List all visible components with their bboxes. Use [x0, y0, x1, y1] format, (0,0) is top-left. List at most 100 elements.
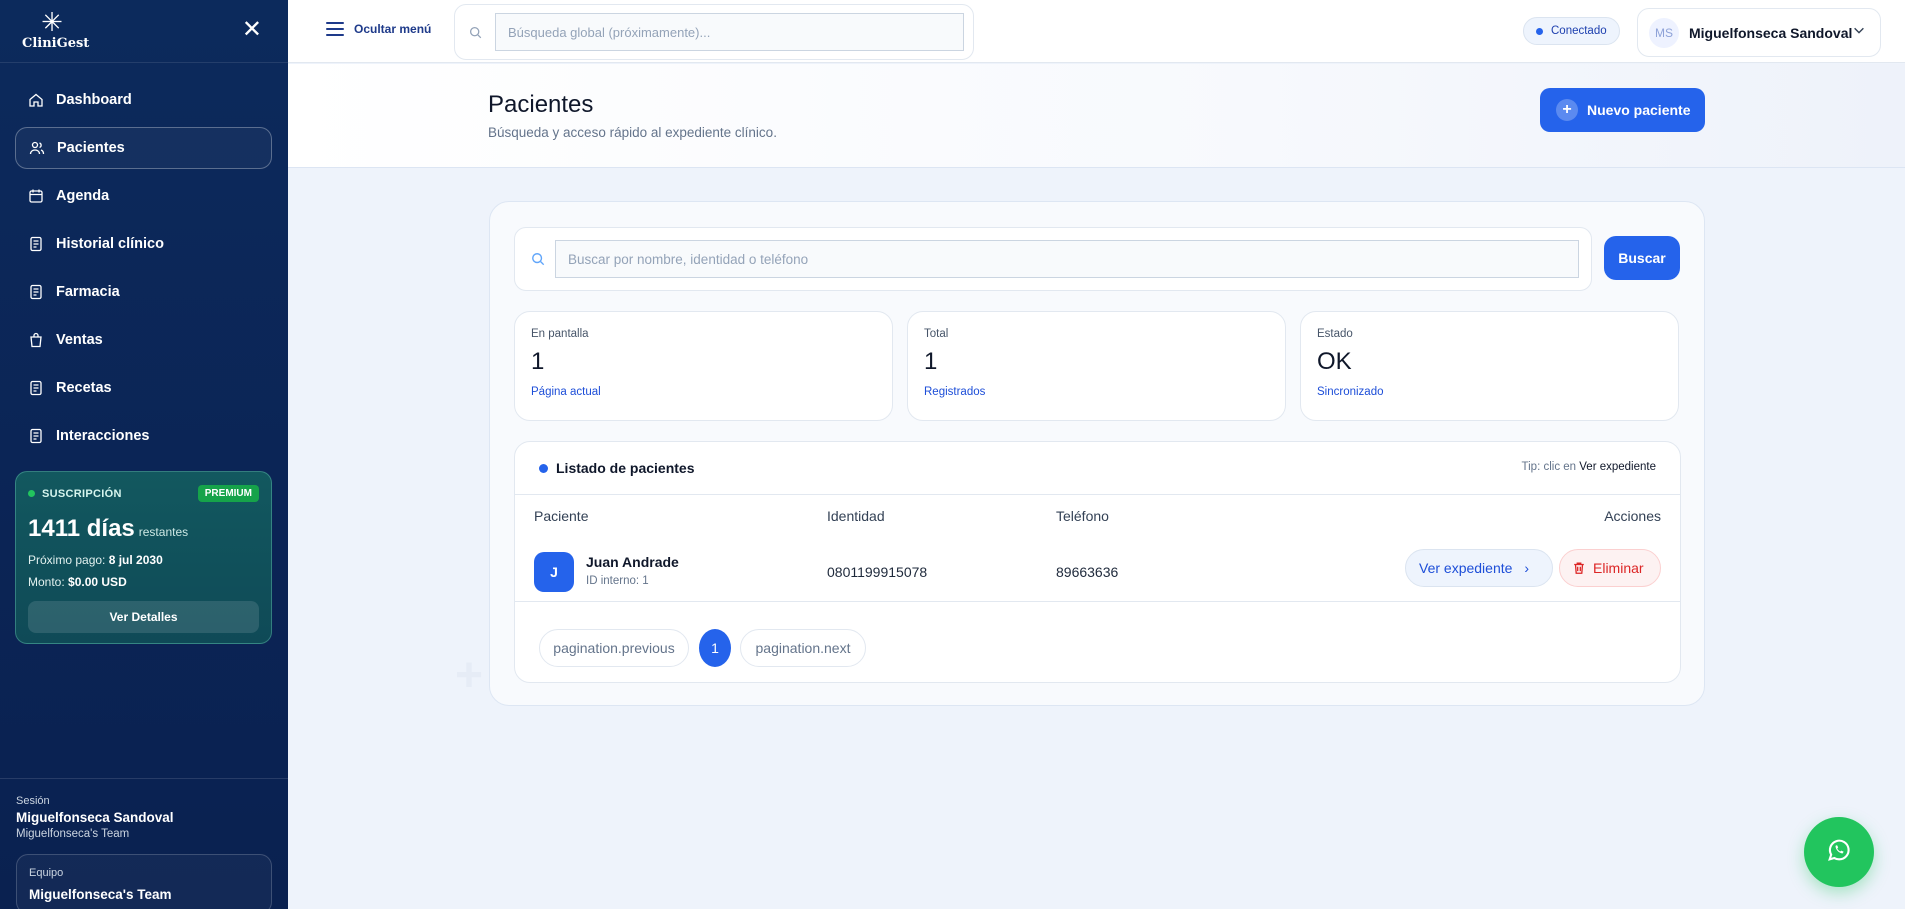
pagination-previous-button[interactable]: pagination.previous	[539, 629, 689, 667]
sidebar-item-label: Pacientes	[57, 140, 125, 156]
users-icon	[29, 140, 45, 156]
sidebar-header: ✳ CliniGest ✕	[0, 0, 288, 63]
global-search	[454, 4, 974, 60]
file-icon	[28, 284, 44, 300]
file-icon	[28, 428, 44, 444]
stat-card-estado: Estado OK Sincronizado	[1300, 311, 1679, 421]
sidebar-item-agenda[interactable]: Agenda	[15, 175, 272, 217]
sidebar: ✳ CliniGest ✕ Dashboard Pacientes Agenda…	[0, 0, 288, 909]
logo[interactable]: ✳ CliniGest	[22, 7, 90, 51]
sidebar-item-farmacia[interactable]: Farmacia	[15, 271, 272, 313]
sidebar-item-label: Agenda	[56, 188, 110, 204]
plus-icon: +	[1556, 99, 1578, 121]
chevron-right-icon: ›	[1524, 560, 1530, 576]
sidebar-item-label: Interacciones	[56, 428, 150, 444]
file-icon	[28, 380, 44, 396]
patients-panel: Buscar En pantalla 1 Página actual Total…	[489, 201, 1705, 706]
sidebar-item-label: Farmacia	[56, 284, 120, 300]
sidebar-item-dashboard[interactable]: Dashboard	[15, 79, 272, 121]
stat-card-total: Total 1 Registrados	[907, 311, 1286, 421]
view-record-button[interactable]: Ver expediente ›	[1405, 549, 1553, 587]
days-suffix: restantes	[138, 525, 189, 539]
session-label: Sesión	[16, 795, 50, 807]
stat-card-en-pantalla: En pantalla 1 Página actual	[514, 311, 893, 421]
user-name: Miguelfonseca Sandoval	[1689, 24, 1853, 41]
team-selector[interactable]: Equipo Miguelfonseca's Team	[16, 854, 272, 909]
status-dot	[28, 490, 35, 497]
stat-value: 1	[531, 348, 545, 375]
global-search-input[interactable]	[495, 13, 964, 51]
decorative-plus-icon: +	[455, 649, 484, 702]
stat-footer: Registrados	[924, 386, 986, 398]
patient-search	[514, 227, 1592, 291]
connection-status-badge: Conectado	[1523, 17, 1620, 45]
logo-icon: ✳	[41, 7, 63, 37]
patient-search-input[interactable]	[555, 240, 1579, 278]
logo-text: CliniGest	[22, 36, 90, 51]
avatar: MS	[1649, 17, 1679, 48]
file-icon	[28, 236, 44, 252]
list-tip: Tip: clic en Ver expediente	[1521, 461, 1656, 473]
sidebar-item-label: Ventas	[56, 332, 103, 348]
next-payment: Próximo pago: 8 jul 2030	[28, 553, 163, 567]
sidebar-nav: Dashboard Pacientes Agenda Historial clí…	[15, 79, 272, 463]
view-details-button[interactable]: Ver Detalles	[28, 601, 259, 633]
search-icon	[531, 252, 545, 271]
team-name: Miguelfonseca's Team	[29, 887, 172, 902]
delete-button[interactable]: Eliminar	[1559, 549, 1661, 587]
session-user-name: Miguelfonseca Sandoval	[16, 810, 174, 825]
sidebar-item-pacientes[interactable]: Pacientes	[15, 127, 272, 169]
sidebar-item-interacciones[interactable]: Interacciones	[15, 415, 272, 457]
column-header-telefono: Teléfono	[1056, 508, 1109, 524]
new-patient-button[interactable]: + Nuevo paciente	[1540, 88, 1705, 132]
sidebar-item-historial[interactable]: Historial clínico	[15, 223, 272, 265]
status-dot	[1536, 27, 1543, 35]
patient-internal-id: ID interno: 1	[586, 575, 649, 587]
bag-icon	[28, 332, 44, 348]
sidebar-item-ventas[interactable]: Ventas	[15, 319, 272, 361]
topbar: Ocultar menú Conectado MS Miguelfonseca …	[288, 0, 1905, 63]
column-header-identidad: Identidad	[827, 508, 885, 524]
calendar-icon	[28, 188, 44, 204]
whatsapp-button[interactable]	[1804, 817, 1874, 887]
connection-status-label: Conectado	[1551, 25, 1607, 37]
subscription-label: SUSCRIPCIÓN	[42, 487, 122, 500]
search-icon	[469, 26, 482, 44]
chevron-down-icon	[1852, 23, 1866, 42]
column-header-paciente: Paciente	[534, 508, 589, 524]
page-title: Pacientes	[488, 91, 594, 118]
page-header: Pacientes Búsqueda y acceso rápido al ex…	[288, 64, 1905, 168]
list-header: Listado de pacientes Tip: clic en Ver ex…	[515, 442, 1680, 495]
stat-footer: Sincronizado	[1317, 386, 1384, 398]
patient-identity: 0801199915078	[827, 564, 928, 580]
new-patient-label: Nuevo paciente	[1587, 102, 1691, 118]
sidebar-item-label: Historial clínico	[56, 236, 164, 252]
patient-phone: 89663636	[1056, 564, 1119, 580]
trash-icon	[1572, 561, 1586, 575]
pagination-next-button[interactable]: pagination.next	[740, 629, 866, 667]
stat-label: Estado	[1317, 328, 1353, 340]
search-button[interactable]: Buscar	[1604, 236, 1680, 280]
whatsapp-icon	[1825, 836, 1853, 869]
amount: Monto: $0.00 USD	[28, 575, 127, 589]
view-record-label: Ver expediente	[1419, 560, 1513, 576]
close-sidebar-icon[interactable]: ✕	[242, 18, 262, 42]
delete-label: Eliminar	[1593, 560, 1644, 576]
toggle-menu-button[interactable]: Ocultar menú	[326, 22, 431, 36]
stat-value: 1	[924, 348, 938, 375]
column-header-acciones: Acciones	[1604, 508, 1661, 524]
stat-label: Total	[924, 328, 949, 340]
sidebar-item-recetas[interactable]: Recetas	[15, 367, 272, 409]
patients-list: Listado de pacientes Tip: clic en Ver ex…	[514, 441, 1681, 683]
user-menu[interactable]: MS Miguelfonseca Sandoval	[1637, 8, 1881, 57]
subscription-card: SUSCRIPCIÓN PREMIUM 1411 días restantes P…	[15, 471, 272, 644]
sidebar-footer: Sesión Miguelfonseca Sandoval Miguelfons…	[0, 778, 288, 909]
table-row[interactable]: J Juan Andrade ID interno: 1 08011999150…	[515, 542, 1680, 602]
subscription-days: 1411 días restantes	[28, 515, 189, 542]
toggle-menu-label: Ocultar menú	[354, 22, 432, 36]
premium-badge: PREMIUM	[197, 485, 259, 502]
pagination-page-1[interactable]: 1	[699, 629, 731, 667]
patient-name: Juan Andrade	[586, 554, 679, 570]
sidebar-item-label: Dashboard	[56, 92, 132, 108]
stat-label: En pantalla	[531, 328, 589, 340]
